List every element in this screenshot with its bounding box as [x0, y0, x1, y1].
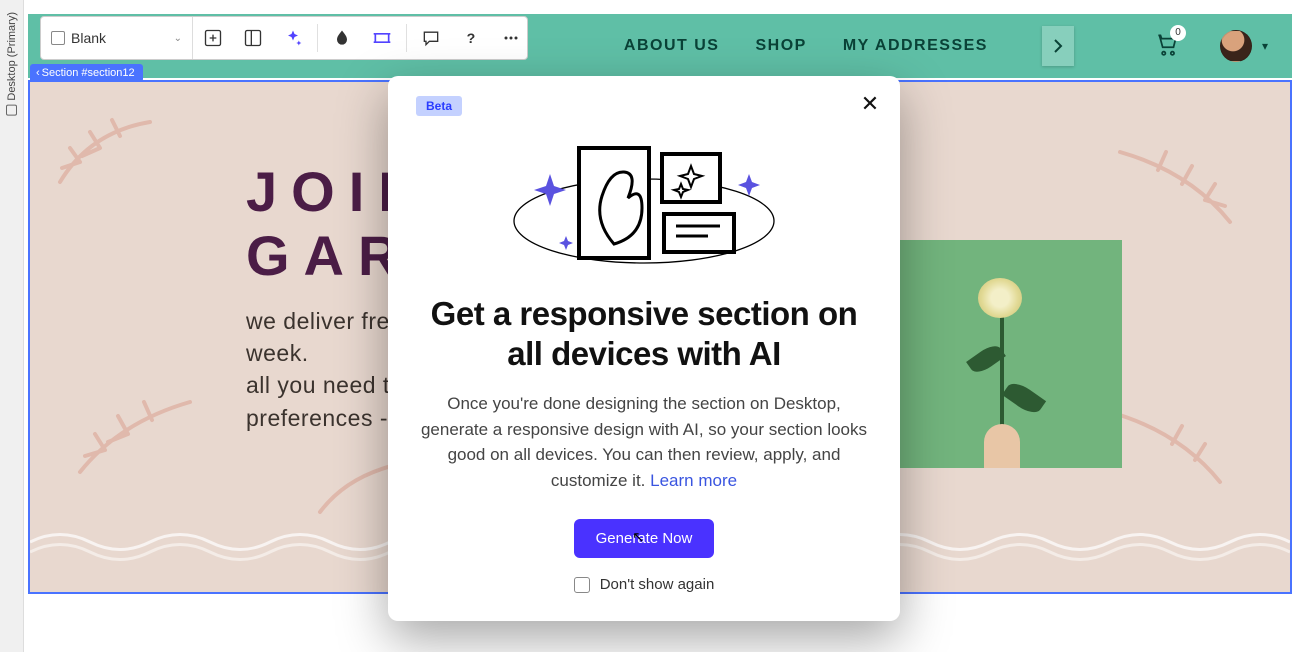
nav-scroll-right-button[interactable] [1042, 26, 1074, 66]
comment-icon [421, 28, 441, 48]
cart-count-badge: 0 [1170, 25, 1186, 41]
paint-button[interactable] [322, 16, 362, 60]
chevron-down-icon: ▾ [1262, 39, 1268, 53]
modal-body-text: Once you're done designing the section o… [421, 394, 867, 490]
close-button[interactable]: ✕ [856, 90, 884, 118]
layout-add-icon [203, 28, 223, 48]
device-icon [6, 105, 17, 116]
comment-button[interactable] [411, 16, 451, 60]
responsive-button[interactable] [362, 16, 402, 60]
section-type-select[interactable]: Blank ⌄ [41, 17, 193, 59]
help-icon: ? [461, 28, 481, 48]
ai-button[interactable] [273, 16, 313, 60]
nav-item-about[interactable]: ABOUT US [624, 37, 720, 55]
section-type-label: Blank [71, 30, 168, 46]
cursor-icon: ↖ [632, 528, 645, 546]
editor-toolbar: Blank ⌄ ? [40, 16, 528, 60]
help-button[interactable]: ? [451, 16, 491, 60]
layout-button[interactable] [233, 16, 273, 60]
device-label-text: Desktop (Primary) [6, 12, 18, 101]
device-sidebar-label: Desktop (Primary) [6, 12, 18, 116]
dont-show-label: Don't show again [600, 576, 715, 593]
modal-illustration [416, 126, 872, 276]
dont-show-checkbox[interactable] [574, 577, 590, 593]
modal-body: Once you're done designing the section o… [416, 391, 872, 493]
close-icon: ✕ [861, 91, 879, 117]
columns-icon [243, 28, 263, 48]
learn-more-link[interactable]: Learn more [650, 471, 737, 490]
chevron-down-icon: ⌄ [174, 33, 182, 44]
more-icon [501, 28, 521, 48]
dont-show-row: Don't show again [416, 576, 872, 593]
chevron-right-icon [1050, 38, 1066, 54]
cart-button[interactable]: 0 [1154, 31, 1180, 62]
chevron-left-icon: ‹ [36, 67, 40, 79]
device-sidebar[interactable]: Desktop (Primary) [0, 0, 24, 652]
hero-image [888, 240, 1122, 468]
add-element-button[interactable] [193, 16, 233, 60]
beta-badge: Beta [416, 96, 462, 116]
section-badge-label: Section #section12 [42, 67, 135, 79]
blank-section-icon [51, 31, 65, 45]
more-button[interactable] [491, 16, 531, 60]
responsive-icon [372, 28, 392, 48]
modal-title: Get a responsive section on all devices … [416, 294, 872, 373]
avatar [1220, 30, 1252, 62]
section-badge[interactable]: ‹ Section #section12 [30, 64, 143, 82]
droplet-icon [332, 28, 352, 48]
nav-items: ABOUT US SHOP MY ADDRESSES [624, 26, 1074, 66]
account-menu[interactable]: ▾ [1220, 30, 1268, 62]
nav-item-addresses[interactable]: MY ADDRESSES [843, 37, 988, 55]
nav-item-shop[interactable]: SHOP [755, 37, 806, 55]
sparkle-icon [283, 28, 303, 48]
svg-text:?: ? [467, 31, 476, 47]
